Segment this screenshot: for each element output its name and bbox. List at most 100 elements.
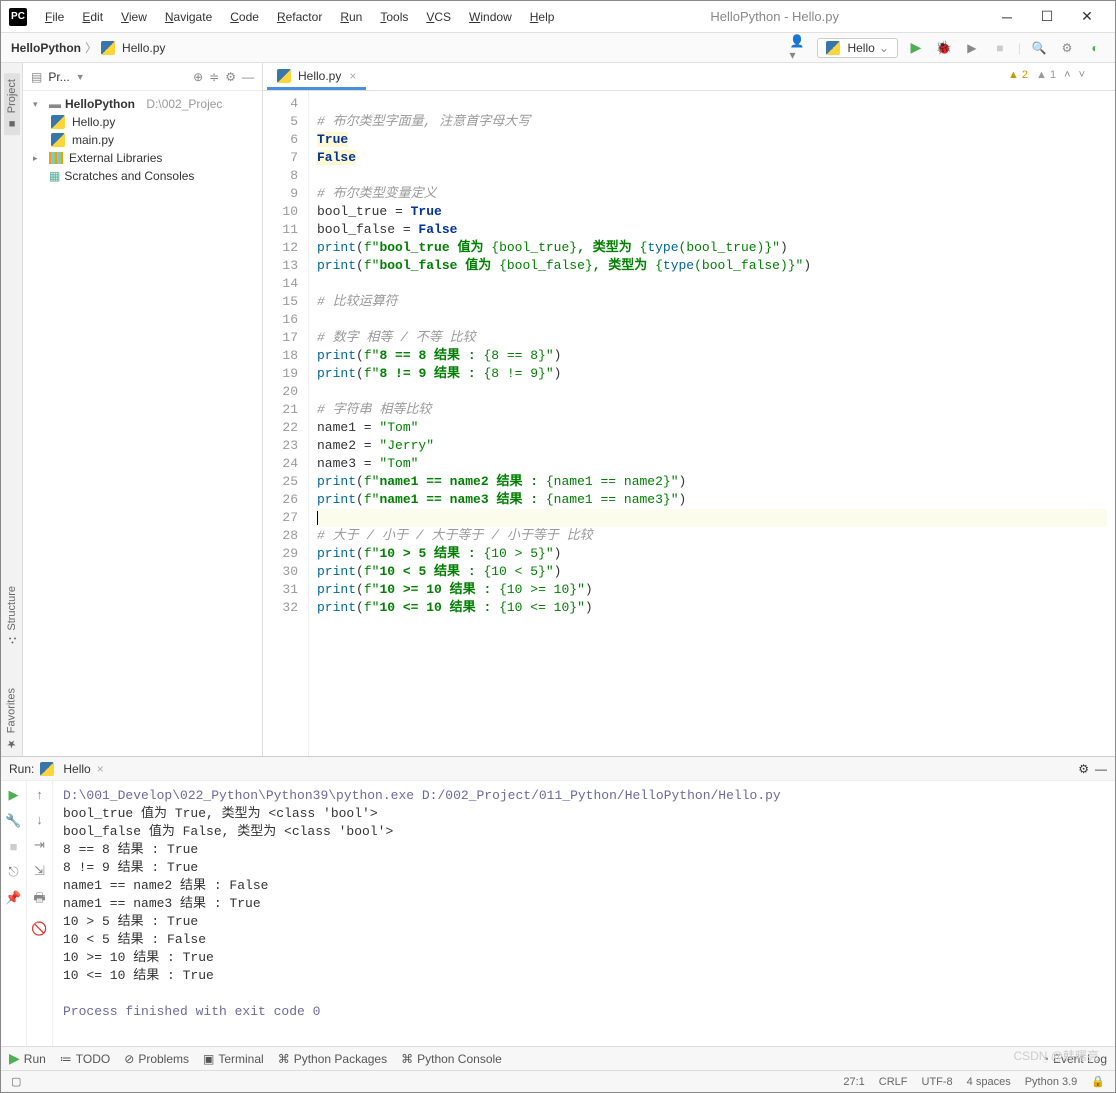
python-file-icon	[101, 41, 115, 55]
cursor-position[interactable]: 27:1	[843, 1076, 864, 1088]
menu-tools[interactable]: Tools	[372, 6, 416, 28]
color-icon[interactable]: ◐	[1085, 38, 1105, 58]
project-panel-title: Pr...	[48, 70, 69, 84]
menu-code[interactable]: Code	[222, 6, 267, 28]
wrench-icon[interactable]: 🔧	[5, 813, 21, 829]
menu-window[interactable]: Window	[461, 6, 520, 28]
file-encoding[interactable]: UTF-8	[922, 1076, 953, 1088]
breadcrumb-project[interactable]: HelloPython	[11, 41, 81, 55]
rerun-button[interactable]: ▶	[9, 787, 19, 803]
terminal-tool-button[interactable]: ▣Terminal	[203, 1052, 264, 1066]
run-label: Run:	[9, 762, 34, 776]
dropdown-icon: ⌄	[879, 41, 889, 55]
menu-file[interactable]: File	[37, 6, 72, 28]
run-left-toolbar-2: ↑ ↓ ⇥ ⇲ 🖶 🚫	[27, 781, 53, 1046]
search-icon[interactable]: 🔍	[1029, 38, 1049, 58]
target-icon[interactable]: ⊕	[193, 70, 203, 84]
close-tab-icon[interactable]: ×	[97, 762, 104, 776]
tree-file-main[interactable]: main.py	[23, 131, 262, 149]
editor-tab-hello[interactable]: Hello.py ×	[267, 65, 366, 90]
line-separator[interactable]: CRLF	[879, 1076, 908, 1088]
python-file-icon	[51, 115, 65, 129]
stop-icon[interactable]: ■	[10, 839, 18, 854]
menu-refactor[interactable]: Refactor	[269, 6, 330, 28]
down-icon[interactable]: ↓	[36, 812, 43, 827]
maximize-button[interactable]: ☐	[1027, 3, 1067, 31]
print-icon[interactable]: 🖶	[33, 889, 45, 911]
menu-vcs[interactable]: VCS	[418, 6, 459, 28]
hide-run-icon[interactable]: —	[1095, 762, 1107, 776]
settings-icon[interactable]: ⚙	[1057, 38, 1077, 58]
lock-icon[interactable]: 🔒	[1091, 1075, 1105, 1088]
exit-icon[interactable]: ⎋	[8, 864, 18, 880]
close-tab-icon[interactable]: ×	[349, 69, 356, 83]
run-console[interactable]: D:\001_Develop\022_Python\Python39\pytho…	[53, 781, 1115, 1046]
status-square-icon[interactable]: ▢	[11, 1075, 21, 1088]
wrap-icon[interactable]: ⇥	[34, 837, 45, 853]
run-tool-window: Run: Hello × ⚙ — ▶ 🔧 ■ ⎋ 📌 ↑ ↓ ⇥ ⇲ 🖶 🚫	[1, 756, 1115, 1046]
code-content[interactable]: # 布尔类型字面量, 注意首字母大写TrueFalse # 布尔类型变量定义bo…	[309, 91, 1115, 756]
main-area: ■Project ⛬Structure ★Favorites ▤ Pr... ▼…	[1, 63, 1115, 756]
chevron-down-icon[interactable]: ˅	[1079, 69, 1085, 81]
pin-icon[interactable]: 📌	[5, 890, 21, 906]
dropdown-icon[interactable]: ▼	[76, 72, 85, 82]
panel-settings-icon[interactable]: ⚙	[225, 70, 236, 84]
window-controls: ─ ☐ ✕	[987, 3, 1107, 31]
python-console-button[interactable]: ⌘Python Console	[401, 1052, 502, 1066]
tree-root[interactable]: ▾ ▬ HelloPython D:\002_Projec	[23, 95, 262, 113]
project-panel-header: ▤ Pr... ▼ ⊕ ≑ ⚙ —	[23, 63, 262, 91]
tree-scratches[interactable]: ▦ Scratches and Consoles	[23, 167, 262, 185]
close-button[interactable]: ✕	[1067, 3, 1107, 31]
run-tool-button[interactable]: ▶Run	[9, 1050, 46, 1067]
tree-external-libs[interactable]: ▸ External Libraries	[23, 149, 262, 167]
run-config-selector[interactable]: Hello ⌄	[817, 38, 897, 58]
structure-tool-tab[interactable]: ⛬Structure	[4, 580, 20, 652]
run-header: Run: Hello × ⚙ —	[1, 757, 1115, 781]
clear-icon[interactable]: 🚫	[31, 921, 47, 937]
editor-area: Hello.py × ▲ 2 ▲ 1 ˄ ˅ 45678910111213141…	[263, 63, 1115, 756]
user-icon[interactable]: 👤▾	[789, 38, 809, 58]
python-icon	[826, 41, 840, 55]
line-number-gutter: 4567891011121314151617181920212223242526…	[263, 91, 309, 756]
hide-panel-icon[interactable]: —	[242, 70, 254, 84]
debug-button[interactable]: 🐞	[934, 38, 954, 58]
breadcrumb: HelloPython 〉 Hello.py	[11, 39, 165, 56]
editor-inspections[interactable]: ▲ 2 ▲ 1 ˄ ˅	[1008, 69, 1085, 81]
run-tab-name[interactable]: Hello	[63, 762, 90, 776]
menu-edit[interactable]: Edit	[74, 6, 111, 28]
indent-setting[interactable]: 4 spaces	[967, 1076, 1011, 1088]
code-editor[interactable]: 4567891011121314151617181920212223242526…	[263, 91, 1115, 756]
breadcrumb-separator: 〉	[85, 39, 97, 56]
project-panel: ▤ Pr... ▼ ⊕ ≑ ⚙ — ▾ ▬ HelloPython D:\002…	[23, 63, 263, 756]
up-icon[interactable]: ↑	[36, 787, 43, 802]
menu-navigate[interactable]: Navigate	[157, 6, 220, 28]
expand-icon[interactable]: ≑	[209, 70, 219, 84]
favorites-tool-tab[interactable]: ★Favorites	[3, 682, 20, 756]
todo-tool-button[interactable]: ≔TODO	[60, 1052, 110, 1066]
minimize-button[interactable]: ─	[987, 3, 1027, 31]
editor-tabs: Hello.py ×	[263, 63, 1115, 91]
run-button[interactable]: ▶	[906, 38, 926, 58]
run-settings-icon[interactable]: ⚙	[1078, 762, 1089, 776]
library-icon	[49, 152, 63, 164]
scroll-icon[interactable]: ⇲	[34, 863, 45, 879]
chevron-up-icon[interactable]: ˄	[1064, 69, 1070, 81]
scratches-icon: ▦	[49, 169, 60, 183]
stop-button[interactable]: ■	[990, 38, 1010, 58]
app-icon: PC	[9, 8, 27, 26]
left-tool-gutter: ■Project ⛬Structure ★Favorites	[1, 63, 23, 756]
tree-file-hello[interactable]: Hello.py	[23, 113, 262, 131]
project-tool-tab[interactable]: ■Project	[4, 73, 20, 135]
menu-help[interactable]: Help	[522, 6, 563, 28]
breadcrumb-file[interactable]: Hello.py	[122, 41, 165, 55]
run-left-toolbar: ▶ 🔧 ■ ⎋ 📌	[1, 781, 27, 1046]
python-packages-button[interactable]: ⌘Python Packages	[278, 1052, 387, 1066]
menu-view[interactable]: View	[113, 6, 155, 28]
menu-run[interactable]: Run	[332, 6, 370, 28]
coverage-button[interactable]: ▶	[962, 38, 982, 58]
expand-arrow-icon[interactable]: ▸	[33, 153, 45, 164]
python-interpreter[interactable]: Python 3.9	[1025, 1076, 1078, 1088]
expand-arrow-icon[interactable]: ▾	[33, 99, 45, 110]
python-icon	[40, 762, 54, 776]
problems-tool-button[interactable]: ⊘Problems	[124, 1052, 189, 1066]
